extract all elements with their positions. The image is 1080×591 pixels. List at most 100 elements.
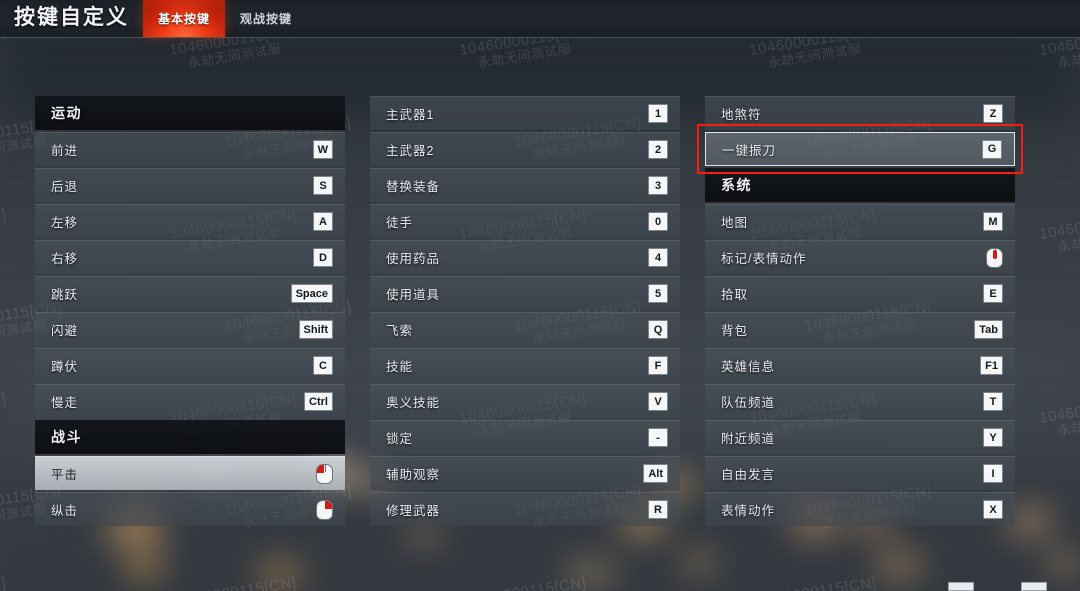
- tab-label: 基本按键: [158, 11, 211, 26]
- keybind-action-label: 替换装备: [386, 180, 441, 194]
- keybind-key-badge[interactable]: Alt: [643, 464, 668, 483]
- keybind-key-badge[interactable]: T: [983, 392, 1003, 411]
- keybind-action-label: 辅助观察: [386, 468, 441, 482]
- keybind-action-label: 拾取: [721, 288, 749, 302]
- keybind-key-badge[interactable]: Ctrl: [304, 392, 333, 411]
- mouse-left-icon: [316, 463, 333, 484]
- keybind-action-label: 后退: [51, 180, 79, 194]
- keybind-row[interactable]: 后退 S: [35, 168, 345, 202]
- keybind-row[interactable]: 辅助观察 Alt: [370, 456, 680, 490]
- keybind-row[interactable]: 纵击: [35, 492, 345, 526]
- keybind-key-badge[interactable]: I: [983, 464, 1003, 483]
- keybind-key-badge[interactable]: F: [648, 356, 668, 375]
- keybind-columns: 运动前进 W 后退 S 左移 A 右移 D 跳跃 Space 闪避 Shift 蹲伏 C 慢走 Ctrl 战斗平…: [0, 96, 1080, 528]
- keybind-action-label: 地图: [721, 216, 749, 230]
- keybind-row[interactable]: 标记/表情动作: [705, 240, 1015, 274]
- keybind-row[interactable]: 修理武器 R: [370, 492, 680, 526]
- keybind-key-badge[interactable]: F1: [980, 356, 1003, 375]
- keybind-key-badge[interactable]: R: [648, 500, 668, 519]
- keybind-row[interactable]: 主武器1 1: [370, 96, 680, 130]
- keybind-action-label: 主武器2: [386, 144, 435, 158]
- keybind-key-badge[interactable]: E: [983, 284, 1003, 303]
- keybind-action-label: 背包: [721, 324, 749, 338]
- tab-basic-keys[interactable]: 基本按键: [143, 0, 226, 37]
- bottom-button-left[interactable]: [948, 582, 974, 591]
- keybind-key-badge[interactable]: Y: [983, 428, 1003, 447]
- tab-spectate-keys[interactable]: 观战按键: [225, 0, 307, 37]
- column-middle: 主武器1 1 主武器2 2 替换装备 3 徒手 0 使用药品 4 使用道具 5 飞索 Q 技能 F 奥义技能 V 锁…: [370, 96, 680, 528]
- keybind-key-badge[interactable]: S: [313, 176, 333, 195]
- keybind-row[interactable]: 地图 M: [705, 204, 1015, 238]
- keybind-row[interactable]: 飞索 Q: [370, 312, 680, 346]
- keybind-row[interactable]: 使用药品 4: [370, 240, 680, 274]
- keybind-row[interactable]: 英雄信息 F1: [705, 348, 1015, 382]
- keybind-row[interactable]: 跳跃 Space: [35, 276, 345, 310]
- keybind-row[interactable]: 技能 F: [370, 348, 680, 382]
- section-header: 运动: [35, 96, 345, 130]
- keybind-row[interactable]: 锁定 -: [370, 420, 680, 454]
- keybind-action-label: 英雄信息: [721, 360, 776, 374]
- keybind-action-label: 技能: [386, 360, 414, 374]
- keybind-key-badge[interactable]: A: [313, 212, 333, 231]
- keybind-action-label: 锁定: [386, 432, 414, 446]
- keybind-key-badge[interactable]: 1: [648, 104, 668, 123]
- keybind-key-badge[interactable]: D: [313, 248, 333, 267]
- keybind-key-badge[interactable]: C: [313, 356, 333, 375]
- keybind-row[interactable]: 前进 W: [35, 132, 345, 166]
- keybind-row[interactable]: 表情动作 X: [705, 492, 1015, 526]
- keybind-row[interactable]: 徒手 0: [370, 204, 680, 238]
- keybind-action-label: 慢走: [51, 396, 79, 410]
- keybind-action-label: 一键振刀: [722, 143, 777, 158]
- keybind-row[interactable]: 一键振刀 G: [705, 132, 1015, 166]
- section-header: 系统: [705, 168, 1015, 202]
- keybind-row[interactable]: 使用道具 5: [370, 276, 680, 310]
- keybind-key-badge[interactable]: W: [312, 140, 333, 159]
- keybind-action-label: 跳跃: [51, 288, 79, 302]
- keybind-row[interactable]: 背包 Tab: [705, 312, 1015, 346]
- keybind-row[interactable]: 自由发言 I: [705, 456, 1015, 490]
- keybind-key-badge[interactable]: -: [648, 428, 668, 447]
- keybind-row[interactable]: 队伍频道 T: [705, 384, 1015, 418]
- mouse-right-icon: [316, 499, 333, 520]
- keybind-key-badge[interactable]: 2: [648, 140, 668, 159]
- keybind-row[interactable]: 闪避 Shift: [35, 312, 345, 346]
- keybind-key-badge[interactable]: Tab: [974, 320, 1003, 339]
- keybind-key-badge[interactable]: Space: [290, 284, 333, 303]
- keybind-row[interactable]: 左移 A: [35, 204, 345, 238]
- keybind-action-label: 右移: [51, 252, 79, 266]
- keybind-key-badge[interactable]: Shift: [298, 320, 333, 339]
- keybind-key-badge[interactable]: M: [983, 212, 1003, 231]
- keybind-action-label: 纵击: [51, 504, 79, 518]
- keybind-row[interactable]: 奥义技能 V: [370, 384, 680, 418]
- keybind-key-badge[interactable]: X: [983, 500, 1003, 519]
- keybind-key-badge[interactable]: Q: [648, 320, 668, 339]
- page-header: 按键自定义 基本按键 观战按键: [0, 0, 1080, 38]
- keybind-key-badge[interactable]: 5: [648, 284, 668, 303]
- keybind-key-badge[interactable]: Z: [983, 104, 1003, 123]
- tab-label: 观战按键: [240, 11, 293, 26]
- keybind-action-label: 标记/表情动作: [721, 252, 807, 266]
- keybind-action-label: 前进: [51, 144, 79, 158]
- keybind-row[interactable]: 主武器2 2: [370, 132, 680, 166]
- keybind-key-badge[interactable]: G: [982, 139, 1002, 159]
- keybind-row[interactable]: 蹲伏 C: [35, 348, 345, 382]
- keybind-key-badge[interactable]: 3: [648, 176, 668, 195]
- tab-bar: 基本按键 观战按键: [143, 0, 307, 37]
- keybind-key-badge[interactable]: 4: [648, 248, 668, 267]
- keybind-row[interactable]: 右移 D: [35, 240, 345, 274]
- column-left: 运动前进 W 后退 S 左移 A 右移 D 跳跃 Space 闪避 Shift 蹲伏 C 慢走 Ctrl 战斗平…: [35, 96, 345, 528]
- keybind-action-label: 蹲伏: [51, 360, 79, 374]
- keybind-key-badge[interactable]: V: [648, 392, 668, 411]
- keybind-action-label: 奥义技能: [386, 396, 441, 410]
- keybind-row[interactable]: 替换装备 3: [370, 168, 680, 202]
- keybind-row[interactable]: 拾取 E: [705, 276, 1015, 310]
- keybind-action-label: 平击: [51, 468, 79, 482]
- keybind-row[interactable]: 平击: [35, 456, 345, 490]
- keybind-row[interactable]: 慢走 Ctrl: [35, 384, 345, 418]
- keybind-row[interactable]: 附近频道 Y: [705, 420, 1015, 454]
- keybind-key-badge[interactable]: 0: [648, 212, 668, 231]
- section-header: 战斗: [35, 420, 345, 454]
- bottom-button-right[interactable]: [1021, 582, 1047, 591]
- keybind-action-label: 闪避: [51, 324, 79, 338]
- keybind-row[interactable]: 地煞符 Z: [705, 96, 1015, 130]
